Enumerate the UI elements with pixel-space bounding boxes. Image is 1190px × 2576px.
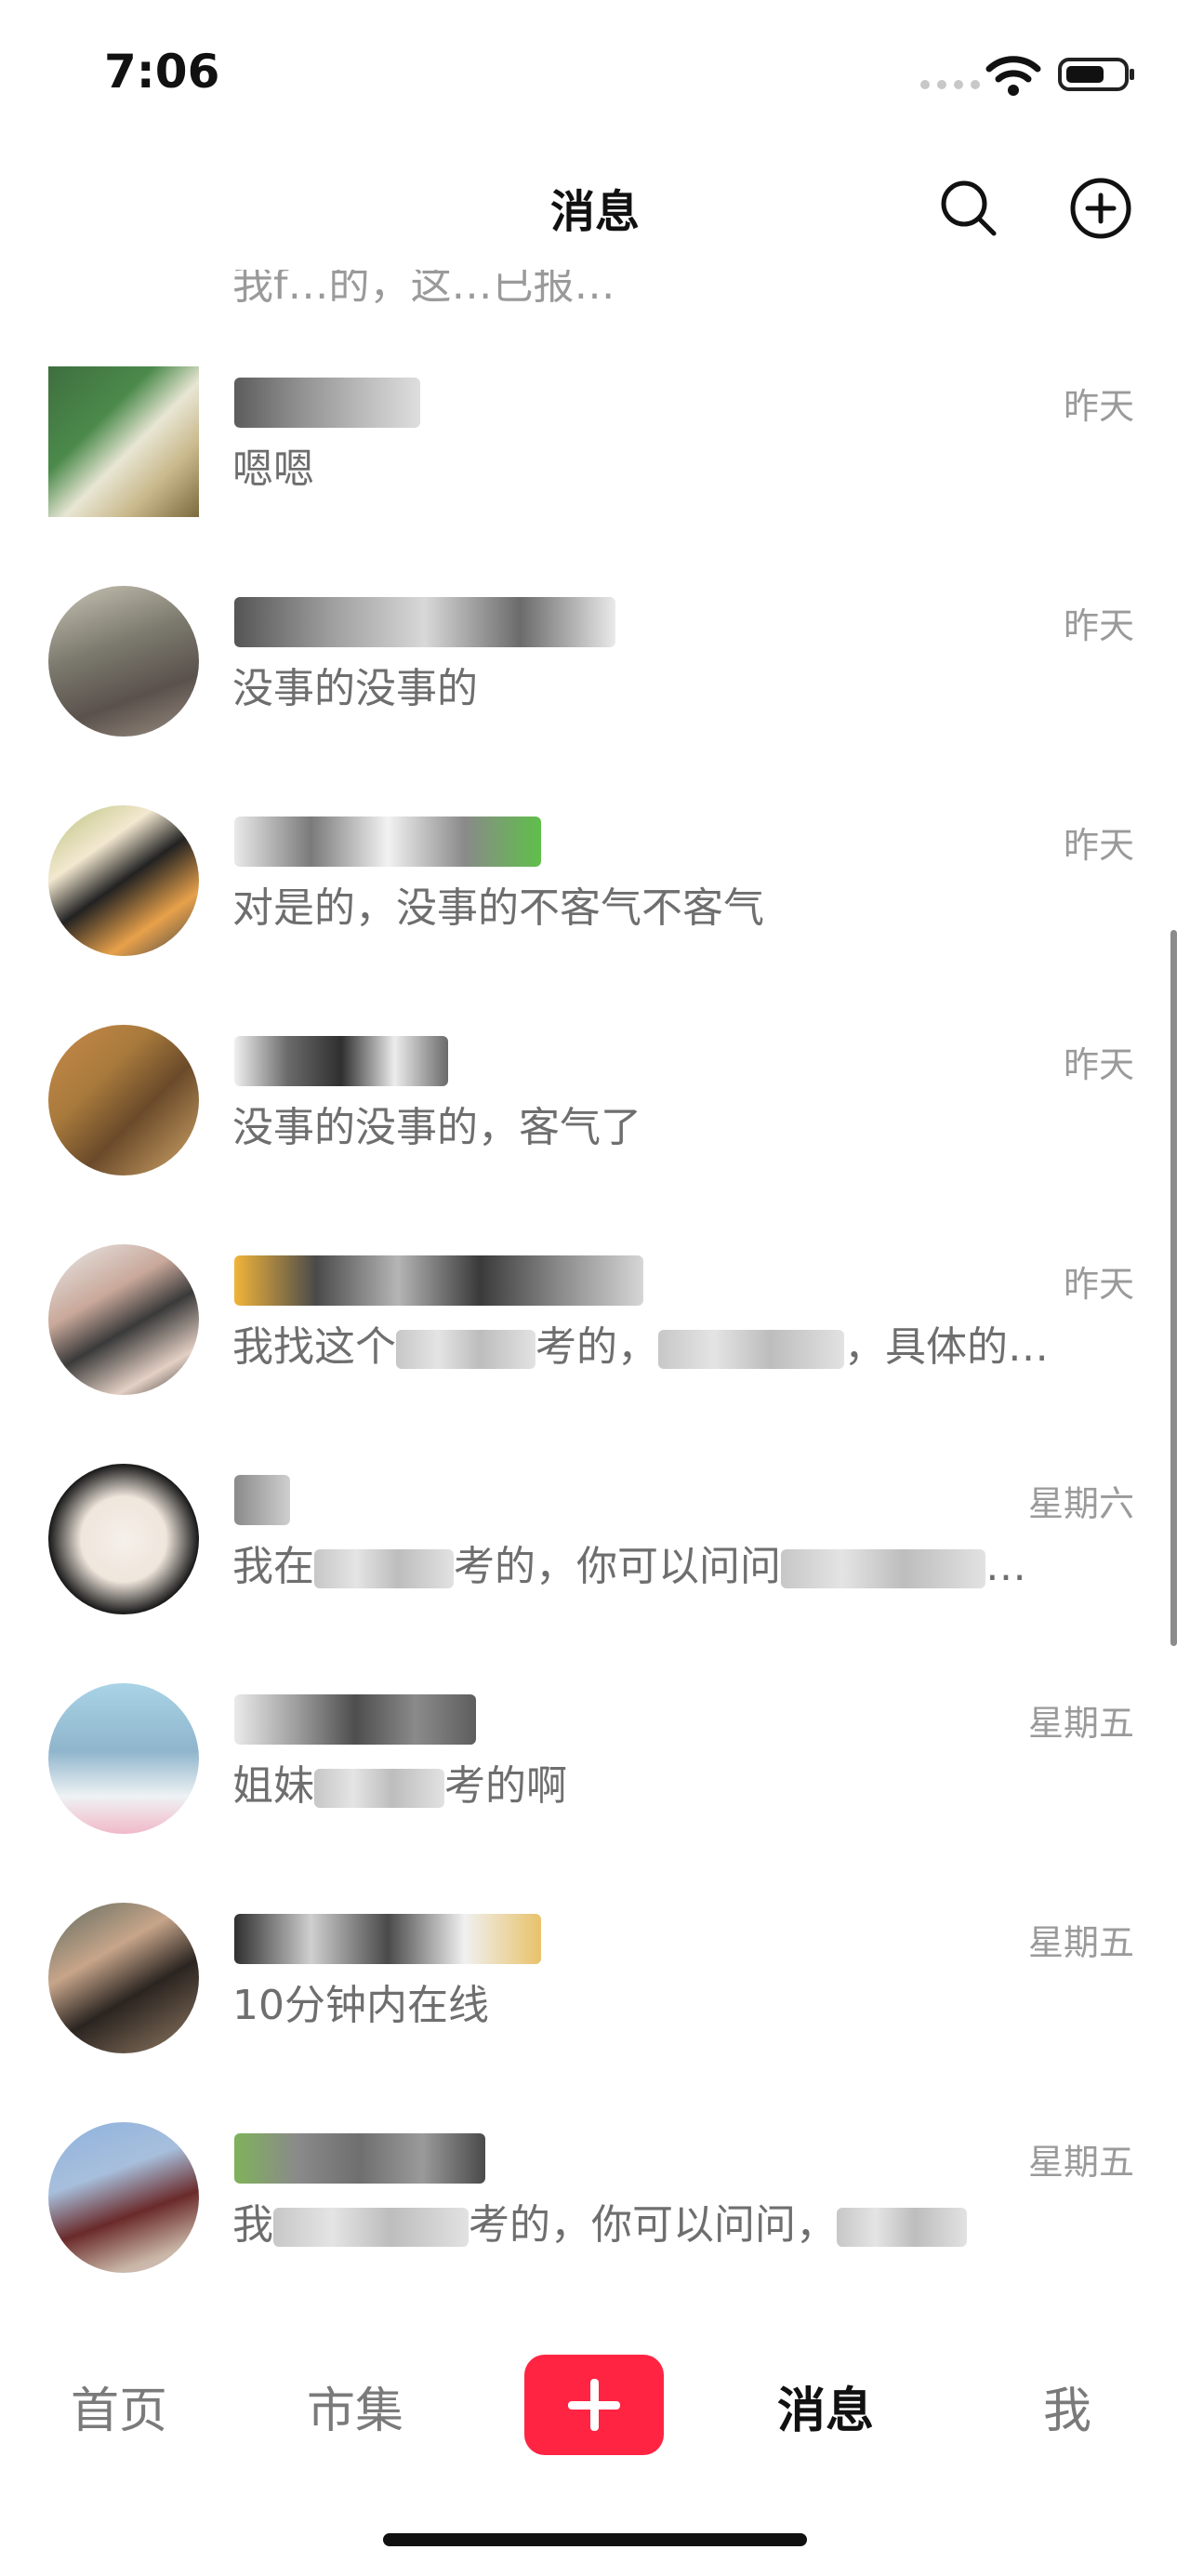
avatar bbox=[48, 1464, 199, 1614]
conversation-preview: 姐妹 考的啊 bbox=[232, 1762, 567, 1810]
conversation-row[interactable]: 昨天 嗯嗯 bbox=[0, 325, 1190, 545]
avatar bbox=[48, 805, 199, 956]
avatar bbox=[48, 1683, 199, 1834]
conversation-preview: 嗯嗯 bbox=[232, 445, 314, 493]
search-icon[interactable] bbox=[937, 177, 998, 238]
conversation-row[interactable]: 星期五 10分钟内在线 bbox=[0, 1862, 1190, 2081]
conversation-row[interactable]: 昨天 没事的没事的，客气了 bbox=[0, 984, 1190, 1203]
message-time: 星期五 bbox=[1027, 1703, 1134, 1744]
home-indicator bbox=[383, 2533, 807, 2546]
scroll-indicator[interactable] bbox=[1170, 930, 1177, 1646]
conversation-row[interactable]: 昨天 我找这个 考的， ，具体的… bbox=[0, 1203, 1190, 1423]
contact-name bbox=[234, 1914, 541, 1964]
message-time: 星期五 bbox=[1027, 2142, 1134, 2183]
avatar bbox=[48, 366, 199, 517]
tab-me[interactable]: 我 bbox=[1043, 2371, 1091, 2441]
nav-header: 消息 bbox=[0, 149, 1190, 270]
avatar bbox=[48, 1903, 199, 2053]
message-time: 昨天 bbox=[1063, 1044, 1134, 1085]
tab-home[interactable]: 首页 bbox=[71, 2371, 167, 2441]
conversation-list[interactable]: 我f…的，这…已报… 昨天 嗯嗯 昨天 没事的没事的 昨天 对是的，没事的不客气… bbox=[0, 0, 1190, 2288]
avatar bbox=[48, 1025, 199, 1175]
conversation-preview: 我找这个 考的， ，具体的… bbox=[232, 1323, 1049, 1371]
contact-name bbox=[234, 1475, 290, 1525]
wifi-icon bbox=[985, 56, 1041, 96]
message-time: 星期五 bbox=[1027, 1922, 1134, 1963]
contact-name bbox=[234, 1036, 448, 1086]
battery-icon bbox=[1058, 58, 1134, 91]
conversation-preview: 10分钟内在线 bbox=[232, 1982, 489, 2029]
status-bar: 7:06 bbox=[0, 0, 1190, 149]
contact-name bbox=[234, 1255, 643, 1306]
conversation-preview: 我在 考的，你可以问问… bbox=[232, 1543, 1026, 1590]
tab-market[interactable]: 市集 bbox=[307, 2371, 403, 2441]
conversation-preview: 我考的，你可以问问， bbox=[232, 2191, 1125, 2251]
tab-bar: 首页 市集 消息 我 bbox=[0, 2297, 1190, 2576]
avatar bbox=[48, 1244, 199, 1395]
contact-name bbox=[234, 1694, 476, 1745]
message-time: 星期六 bbox=[1027, 1483, 1134, 1524]
conversation-row[interactable]: 星期五 姐妹 考的啊 bbox=[0, 1642, 1190, 1862]
contact-name bbox=[234, 378, 420, 428]
message-time: 昨天 bbox=[1063, 825, 1134, 866]
add-circle-icon[interactable] bbox=[1069, 177, 1132, 240]
cellular-signal-icon bbox=[920, 80, 980, 89]
page-title: 消息 bbox=[549, 186, 640, 238]
message-time: 昨天 bbox=[1063, 605, 1134, 646]
message-time: 昨天 bbox=[1063, 386, 1134, 427]
avatar bbox=[48, 586, 199, 737]
tab-messages[interactable]: 消息 bbox=[777, 2371, 874, 2441]
status-time: 7:06 bbox=[104, 45, 220, 99]
conversation-row[interactable]: 昨天 没事的没事的 bbox=[0, 545, 1190, 764]
avatar bbox=[48, 2122, 199, 2273]
contact-name bbox=[234, 817, 541, 867]
conversation-preview: 对是的，没事的不客气不客气 bbox=[232, 884, 764, 932]
conversation-preview: 没事的没事的，客气了 bbox=[232, 1104, 641, 1151]
conversation-row[interactable]: 星期六 我在 考的，你可以问问… bbox=[0, 1423, 1190, 1642]
contact-name bbox=[234, 2133, 485, 2184]
message-time: 昨天 bbox=[1063, 1264, 1134, 1305]
conversation-row[interactable]: 星期五 我考的，你可以问问， bbox=[0, 2081, 1190, 2301]
create-post-button[interactable] bbox=[524, 2355, 664, 2455]
conversation-row[interactable]: 昨天 对是的，没事的不客气不客气 bbox=[0, 764, 1190, 984]
contact-name bbox=[234, 597, 615, 647]
conversation-preview: 没事的没事的 bbox=[232, 665, 478, 712]
